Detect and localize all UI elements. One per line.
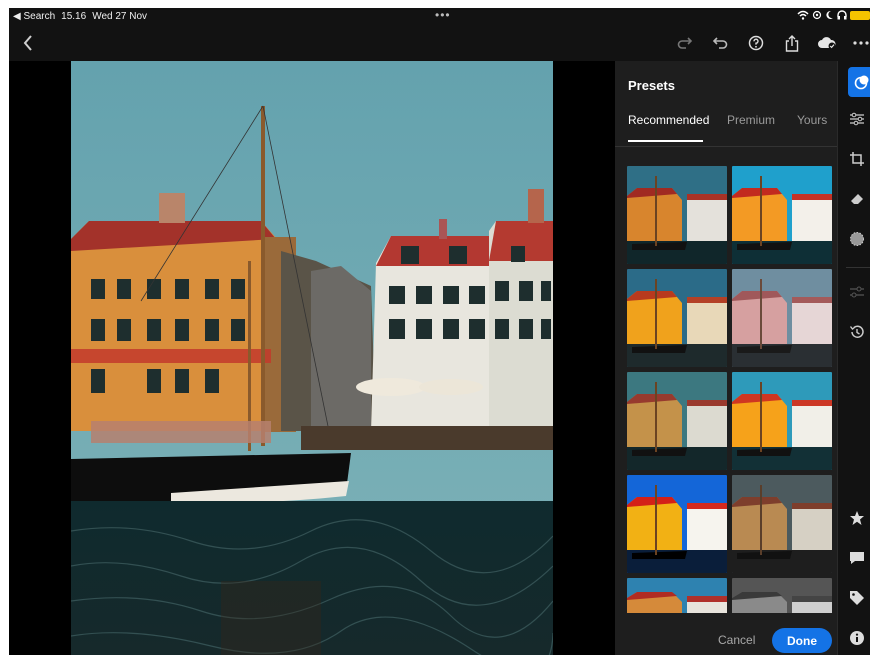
preset-thumbnail[interactable] (627, 372, 727, 470)
tab-recommended[interactable]: Recommended (628, 113, 709, 127)
versions-tool-button[interactable] (844, 279, 870, 305)
crop-tool-button[interactable] (844, 146, 870, 172)
preset-thumbnail[interactable] (732, 372, 832, 470)
healing-tool-button[interactable] (844, 186, 870, 212)
tab-premium[interactable]: Premium (727, 113, 775, 127)
done-button[interactable]: Done (772, 628, 832, 653)
tabs-divider (615, 146, 837, 147)
redo-button[interactable] (673, 31, 697, 55)
lightroom-app: ◀ Search 15.16 Wed 27 Nov ••• Presets Re… (9, 8, 870, 655)
headphones-icon (837, 10, 847, 20)
versions-icon (850, 286, 864, 298)
cloud-sync-button[interactable] (815, 31, 839, 55)
preset-thumbnail[interactable] (732, 166, 832, 264)
edit-sliders-icon (850, 112, 864, 126)
info-icon (850, 631, 864, 645)
preset-thumbnail[interactable] (627, 475, 727, 573)
presets-icon (854, 75, 869, 90)
more-button[interactable] (849, 31, 870, 55)
preset-thumbnail[interactable] (732, 475, 832, 573)
preset-thumbnail[interactable] (627, 269, 727, 367)
presets-panel: Presets Recommended Premium Yours Cancel… (615, 61, 837, 655)
history-icon (849, 325, 864, 338)
undo-icon (712, 37, 728, 49)
healing-icon (851, 194, 863, 204)
status-bar: ◀ Search 15.16 Wed 27 Nov ••• (9, 8, 870, 25)
share-icon (785, 34, 799, 52)
chevron-left-icon (23, 35, 32, 51)
orientation-lock-icon (812, 10, 822, 20)
cloud-sync-icon (818, 37, 836, 50)
presets-tabs: Recommended Premium Yours (615, 113, 837, 147)
keywords-button[interactable] (844, 585, 870, 611)
active-tab-indicator (628, 140, 703, 142)
rail-divider (846, 267, 870, 268)
panel-footer: Cancel Done (615, 621, 837, 655)
multitask-dots[interactable]: ••• (435, 8, 451, 22)
tab-yours[interactable]: Yours (797, 113, 827, 127)
preset-thumbnail[interactable] (732, 578, 832, 613)
comment-icon (850, 552, 864, 564)
status-time: 15.16 (61, 11, 87, 22)
cancel-button[interactable]: Cancel (718, 633, 755, 647)
moon-icon (826, 10, 833, 19)
top-toolbar (9, 25, 870, 61)
help-button[interactable] (744, 31, 768, 55)
edit-tool-button[interactable] (844, 106, 870, 132)
preset-thumbnail[interactable] (627, 166, 727, 264)
back-button[interactable] (16, 31, 40, 55)
main-photo[interactable] (71, 61, 553, 655)
more-icon (853, 41, 869, 45)
wifi-icon (797, 10, 809, 20)
tag-icon (850, 591, 864, 605)
preset-thumbnail[interactable] (732, 269, 832, 367)
preset-grid (627, 166, 833, 613)
info-button[interactable] (844, 625, 870, 651)
status-date: Wed 27 Nov (92, 11, 148, 22)
redo-icon (677, 37, 693, 49)
tool-rail (837, 61, 870, 655)
rating-button[interactable] (844, 505, 870, 531)
masking-tool-button[interactable] (844, 226, 870, 252)
comments-button[interactable] (844, 545, 870, 571)
panel-title: Presets (628, 78, 675, 93)
back-to-app-link[interactable]: ◀ Search (13, 11, 55, 22)
undo-button[interactable] (708, 31, 732, 55)
share-button[interactable] (780, 31, 804, 55)
battery-icon (850, 10, 870, 20)
photo-canvas (9, 61, 615, 655)
crop-icon (850, 152, 864, 166)
masking-icon (850, 232, 864, 246)
history-tool-button[interactable] (844, 319, 870, 345)
presets-tool-button[interactable] (848, 67, 870, 97)
rating-star-icon (850, 511, 864, 525)
help-icon (748, 35, 764, 51)
preset-thumbnail[interactable] (627, 578, 727, 613)
